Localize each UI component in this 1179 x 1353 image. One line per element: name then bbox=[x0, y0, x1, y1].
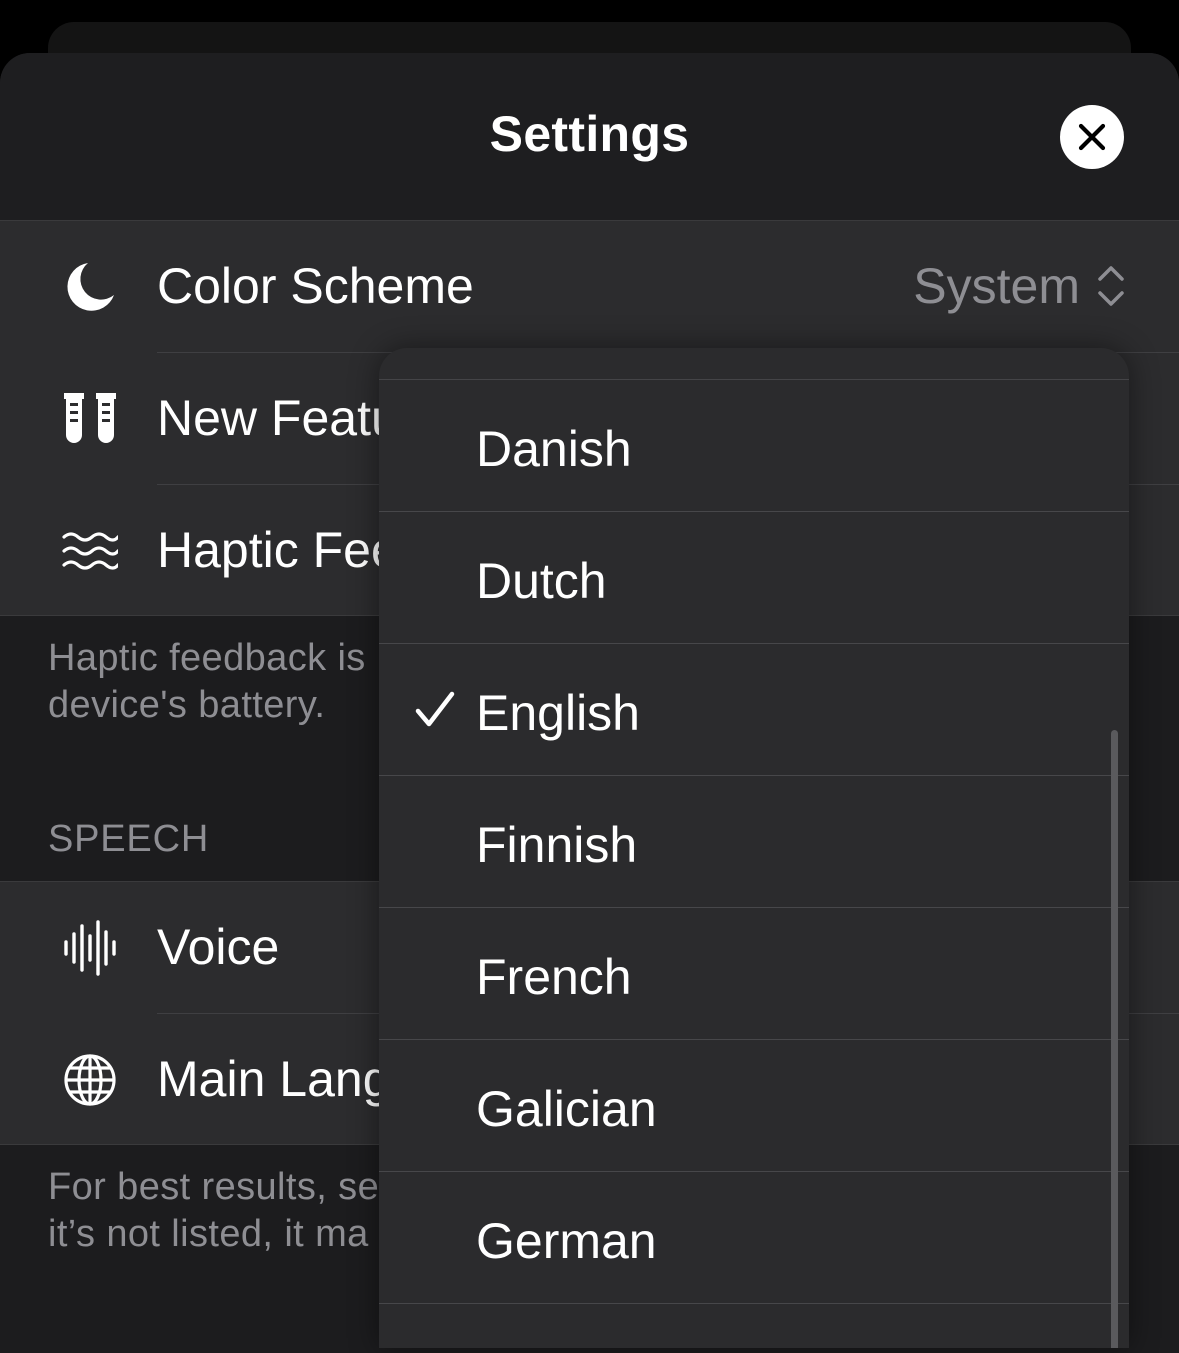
haptic-feedback-label: Haptic Fee bbox=[157, 522, 399, 578]
moon-icon bbox=[67, 263, 114, 311]
menu-item-danish[interactable]: Danish bbox=[379, 380, 1129, 512]
color-scheme-label: Color Scheme bbox=[157, 258, 474, 314]
language-menu: Danish Dutch English Finnish French Gali… bbox=[379, 348, 1129, 1348]
menu-item-german[interactable]: German bbox=[379, 1172, 1129, 1304]
menu-item-finnish[interactable]: Finnish bbox=[379, 776, 1129, 908]
globe-icon bbox=[64, 1054, 116, 1106]
color-scheme-value: System bbox=[913, 258, 1080, 314]
voice-label: Voice bbox=[157, 919, 280, 975]
sheet-header: Settings bbox=[0, 53, 1179, 220]
new-features-label: New Featu bbox=[157, 390, 399, 446]
main-language-label: Main Lang bbox=[157, 1051, 391, 1107]
chevron-updown-icon bbox=[1098, 266, 1124, 306]
menu-scrollbar[interactable] bbox=[1111, 730, 1118, 1348]
haptic-footnote: Haptic feedback is device's battery. bbox=[48, 637, 366, 726]
haptic-waves-icon bbox=[62, 532, 118, 570]
checkmark-icon bbox=[415, 691, 455, 727]
close-button[interactable] bbox=[1060, 105, 1124, 169]
menu-divider bbox=[379, 1303, 1129, 1304]
menu-item-galician[interactable]: Galician bbox=[379, 1040, 1129, 1172]
color-scheme-row[interactable]: Color Scheme System bbox=[0, 221, 1179, 353]
speech-footnote: For best results, se it’s not listed, it… bbox=[48, 1166, 380, 1255]
page-title: Settings bbox=[489, 106, 690, 162]
close-icon bbox=[1078, 123, 1106, 151]
speech-section-header: SPEECH bbox=[48, 818, 210, 860]
waveform-icon bbox=[64, 920, 116, 976]
test-tubes-icon bbox=[64, 393, 116, 443]
menu-item-french[interactable]: French bbox=[379, 908, 1129, 1040]
menu-item-dutch[interactable]: Dutch bbox=[379, 512, 1129, 644]
menu-item-english[interactable]: English bbox=[379, 644, 1129, 776]
